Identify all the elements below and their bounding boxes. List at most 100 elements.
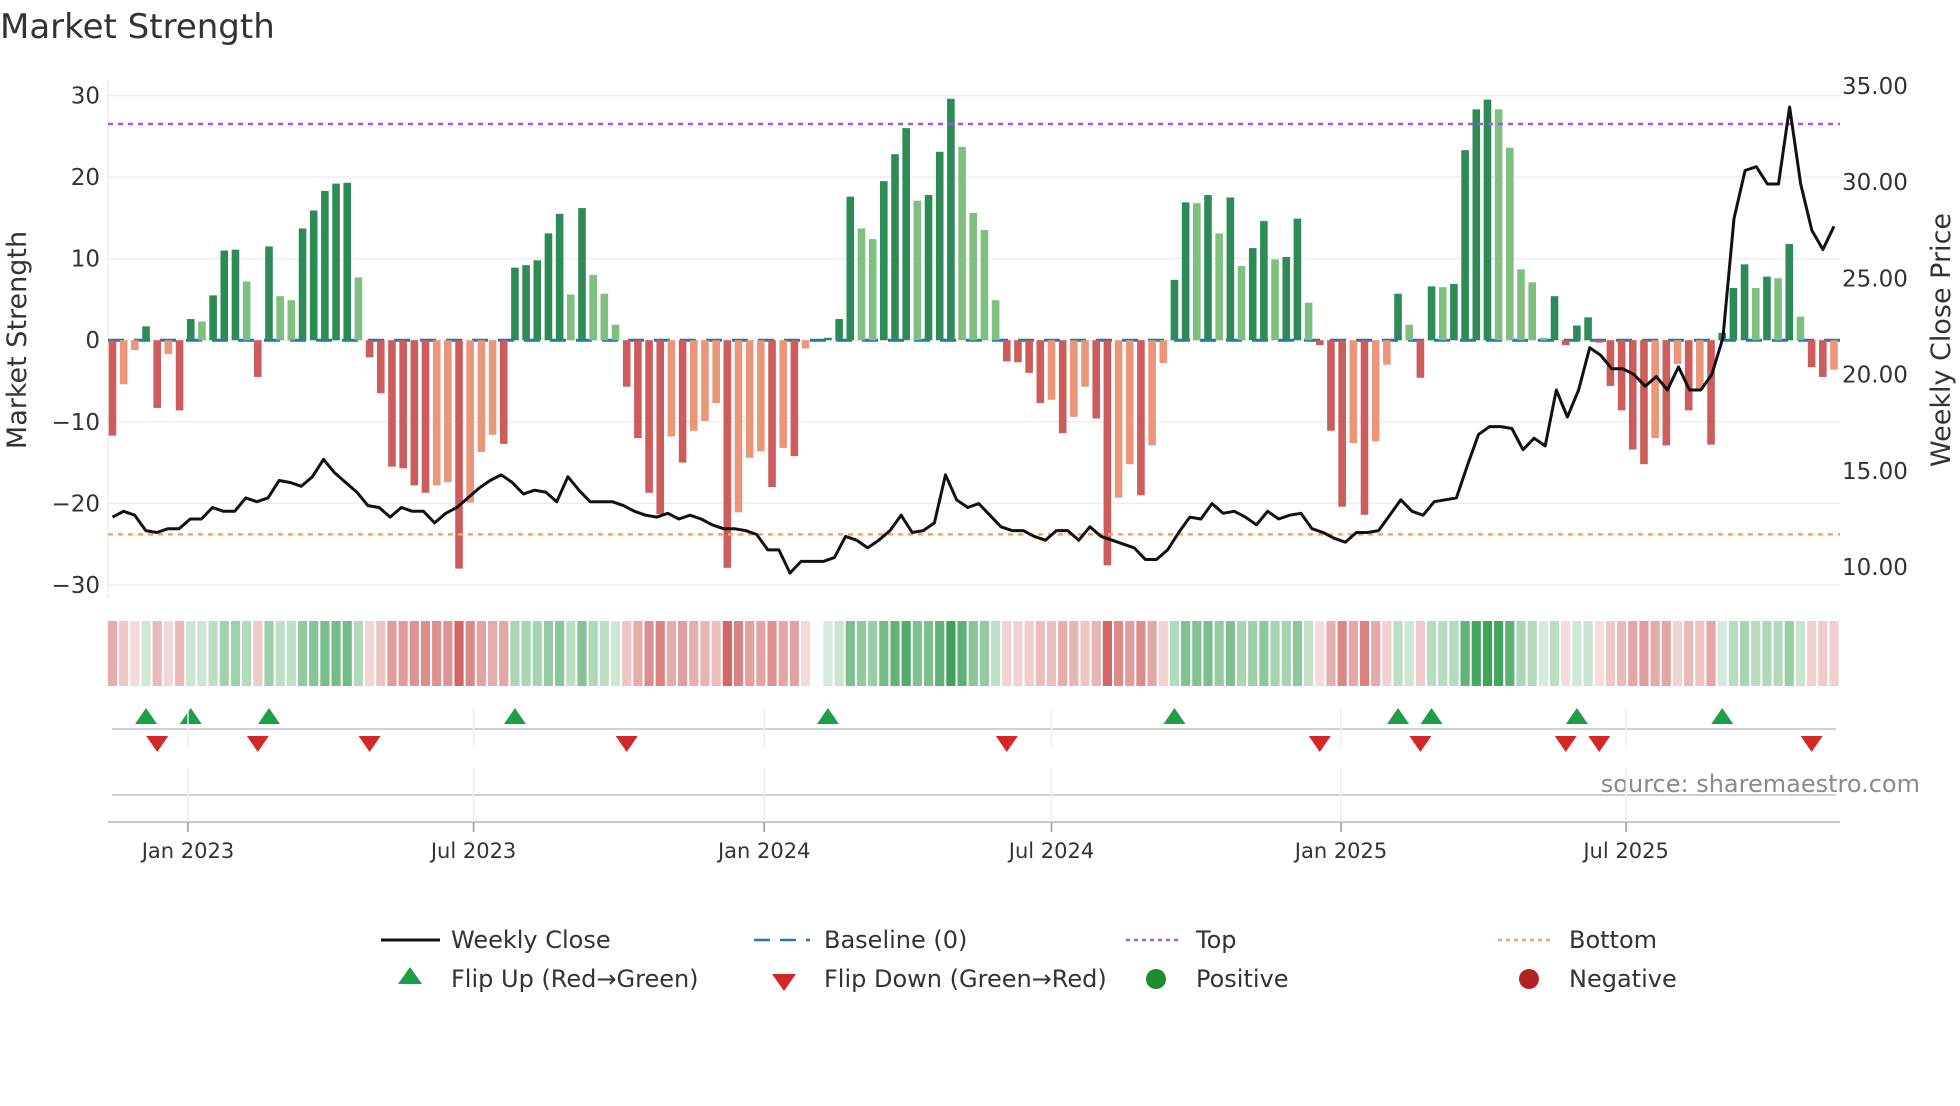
strength-bar	[880, 181, 888, 341]
flip-up-marker	[1387, 708, 1410, 724]
strip-cell	[1136, 621, 1146, 686]
strip-cell	[756, 621, 766, 686]
strength-bar	[533, 260, 542, 341]
strip-cell	[487, 621, 498, 686]
x-axis-ticks: Jan 2023 Jul 2023 Jan 2024 Jul 2024 Jan 2025…	[140, 709, 1669, 863]
strip-cell	[1248, 621, 1258, 686]
strength-bar	[712, 340, 720, 404]
strength-bar	[1662, 340, 1671, 446]
strength-bar	[1416, 340, 1425, 378]
y2-tick-label: 30.00	[1842, 170, 1908, 196]
strength-bar	[1729, 288, 1738, 341]
strength-bar	[242, 281, 251, 341]
strip-cell	[957, 621, 967, 686]
strip-cell	[1527, 621, 1537, 686]
strip-cell	[1516, 621, 1526, 686]
strip-cell	[532, 621, 542, 686]
y-tick-label: −30	[51, 573, 100, 599]
strip-cell	[1359, 621, 1370, 686]
strength-bar	[376, 340, 385, 394]
legend-item-positive: Positive	[1146, 965, 1289, 993]
strip-cell	[286, 621, 296, 686]
strength-bar	[1248, 248, 1257, 341]
strength-bar	[1707, 340, 1715, 445]
strength-heat-strip	[107, 621, 1839, 686]
strip-cell	[1717, 621, 1727, 686]
strip-cell	[555, 621, 565, 686]
y-tick-label: −10	[51, 410, 100, 436]
strip-cell	[588, 621, 598, 686]
y2-axis-label: Weekly Close Price	[1926, 213, 1957, 467]
strength-bar	[969, 212, 978, 341]
strip-cell	[655, 621, 665, 686]
strip-cell	[1415, 621, 1425, 686]
strip-cell	[1460, 621, 1470, 686]
strength-bar	[656, 340, 665, 514]
y-tick-label: 10	[71, 247, 100, 273]
strip-cell	[331, 621, 341, 686]
strength-bar	[321, 190, 329, 341]
strip-cell	[152, 621, 162, 686]
strength-bar	[511, 267, 519, 341]
strip-cell	[1561, 621, 1571, 686]
strength-bar	[701, 340, 709, 421]
strength-bar	[667, 340, 676, 437]
strip-cell	[107, 621, 118, 686]
strip-cell	[767, 621, 777, 686]
strip-cell	[1695, 621, 1705, 686]
strip-cell	[1438, 621, 1448, 686]
flip-down-marker	[1554, 736, 1577, 752]
strip-cell	[141, 621, 151, 686]
strength-bar	[913, 200, 922, 341]
legend-item-flip-up: Flip Up (Red→Green)	[398, 965, 699, 993]
strength-bar	[1763, 276, 1771, 341]
flip-down-marker	[1800, 736, 1823, 752]
strength-bar	[801, 340, 810, 349]
strip-cell	[923, 621, 934, 686]
strip-cell	[1494, 621, 1504, 686]
strip-cell	[264, 621, 274, 686]
strength-bar	[1506, 147, 1514, 341]
strip-cell	[1807, 621, 1817, 686]
flip-up-marker	[258, 708, 280, 724]
strength-bar	[198, 321, 206, 341]
flip-down-marker	[1409, 736, 1432, 752]
flip-up-marker	[179, 708, 202, 724]
strength-bar	[790, 340, 799, 457]
strength-bar	[578, 208, 586, 341]
strength-bar	[231, 249, 240, 341]
strength-bar	[332, 183, 340, 341]
circle-positive-icon	[1146, 969, 1166, 989]
legend-item-baseline: Baseline (0)	[754, 926, 967, 954]
strip-cell	[1505, 621, 1515, 686]
y2-tick-label: 15.00	[1842, 459, 1908, 485]
strip-cell	[666, 621, 677, 686]
strip-cell	[1583, 621, 1593, 686]
strength-bar	[567, 294, 575, 341]
strength-bar	[1215, 233, 1223, 341]
strength-bar	[1204, 195, 1212, 341]
strength-bar	[1483, 99, 1492, 341]
strip-cell	[622, 621, 632, 686]
strip-cell	[1661, 621, 1671, 686]
strength-bar	[1293, 218, 1302, 341]
strength-bar	[499, 340, 508, 444]
strip-cell	[1236, 621, 1247, 686]
x-tick-label: Jan 2023	[140, 839, 235, 863]
strip-cell	[309, 621, 319, 686]
strength-bar	[1114, 340, 1123, 498]
strip-cell	[991, 621, 1001, 686]
strip-cell	[409, 621, 419, 686]
strength-bar	[298, 228, 307, 341]
strength-bar	[164, 340, 173, 355]
strength-bar	[768, 340, 776, 488]
strip-cell	[1762, 621, 1772, 686]
strength-bar	[477, 340, 486, 452]
strength-bar	[186, 319, 195, 341]
strip-cell	[946, 621, 956, 686]
strength-bar	[1584, 317, 1592, 341]
strength-bar	[1427, 286, 1436, 341]
triangle-down-icon	[772, 974, 796, 991]
strip-cell	[1035, 621, 1045, 686]
strip-cell	[1102, 621, 1112, 686]
